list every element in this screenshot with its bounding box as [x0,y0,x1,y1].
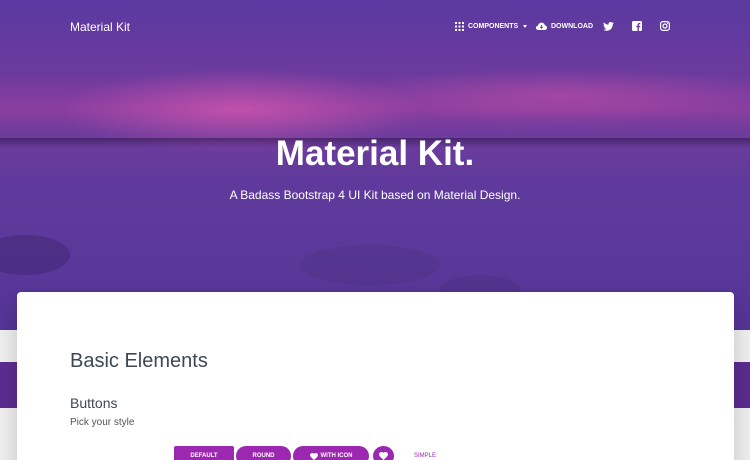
hero-title: Material Kit. [275,134,475,173]
apps-icon [455,22,464,31]
section-title: Basic Elements [70,350,208,372]
download-label: DOWNLOAD [551,23,593,30]
default-button-label: DEFAULT [190,453,218,459]
hero-header: Material Kit COMPONENTS DOWNLOAD Materia… [0,0,750,330]
caret-down-icon [523,25,528,28]
with-icon-button-label: WITH ICON [320,453,353,459]
heart-icon-button[interactable] [373,446,394,460]
navbar: Material Kit COMPONENTS DOWNLOAD [0,0,750,55]
heart-icon [309,452,318,460]
main-content-card: Basic Elements Buttons Pick your style D… [17,292,734,460]
round-button-label: ROUND [252,453,275,459]
instagram-link[interactable] [659,20,671,32]
hero-rock [300,245,440,285]
cloud-download-icon [536,22,547,30]
hero-rock [0,235,70,275]
simple-button[interactable]: SIMPLE [410,446,440,460]
simple-button-label: SIMPLE [413,453,436,459]
instagram-icon [660,21,670,31]
components-dropdown[interactable]: COMPONENTS [455,22,528,31]
round-button[interactable]: ROUND [236,446,291,460]
default-button[interactable]: DEFAULT [174,446,234,460]
twitter-icon [602,21,614,31]
with-icon-button[interactable]: WITH ICON [293,446,369,460]
facebook-icon [632,21,642,31]
twitter-link[interactable] [602,20,614,32]
buttons-description: Pick your style [70,417,135,428]
components-label: COMPONENTS [468,23,519,30]
download-link[interactable]: DOWNLOAD [536,22,593,31]
heart-icon [379,452,388,460]
hero-subtitle: A Badass Bootstrap 4 UI Kit based on Mat… [229,188,521,202]
buttons-title: Buttons [70,395,118,411]
facebook-link[interactable] [631,20,643,32]
brand-link[interactable]: Material Kit [70,20,130,34]
